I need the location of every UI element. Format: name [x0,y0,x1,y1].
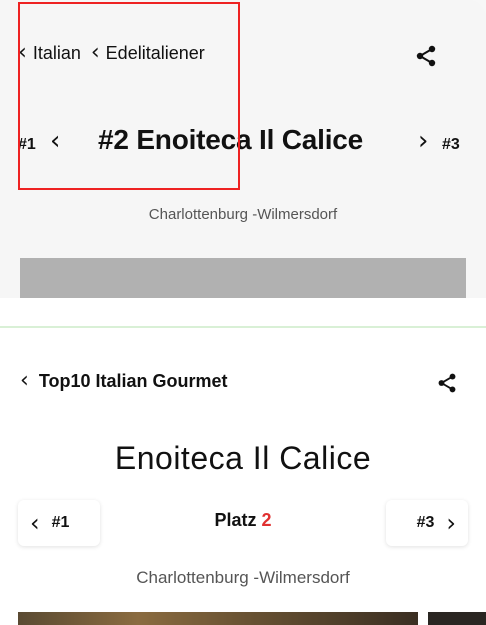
chevron-right-icon[interactable]: › [418,126,428,156]
chevron-right-icon: › [446,509,456,537]
chevron-left-icon: ‹ [20,368,29,393]
old-design-panel: ‹ Italian ‹ Edelitaliener #1 ‹ #2 Enoite… [0,0,486,298]
back-link[interactable]: ‹ Top10 Italian Gourmet [20,370,228,392]
platz-number: 2 [261,510,272,530]
platz-label: Platz [214,510,257,530]
next-rank-button[interactable]: #3 › [386,500,468,546]
share-icon[interactable] [436,372,458,394]
photo-gallery[interactable] [18,612,486,625]
district-subtitle: Charlottenburg -Wilmersdorf [148,206,338,223]
restaurant-photo[interactable] [428,612,486,625]
restaurant-photo[interactable] [18,612,418,625]
rank-navigation: ‹ #1 Platz 2 #3 › [18,500,468,546]
section-divider [0,326,486,328]
district-subtitle: Charlottenburg -Wilmersdorf [136,568,350,587]
page-title: Enoiteca Il Calice [114,440,372,476]
next-rank-label[interactable]: #3 [442,136,460,154]
image-placeholder [20,258,466,298]
next-rank-label: #3 [416,514,435,531]
share-icon[interactable] [414,44,438,68]
back-link-label: Top10 Italian Gourmet [38,370,228,391]
highlight-box [18,2,240,190]
